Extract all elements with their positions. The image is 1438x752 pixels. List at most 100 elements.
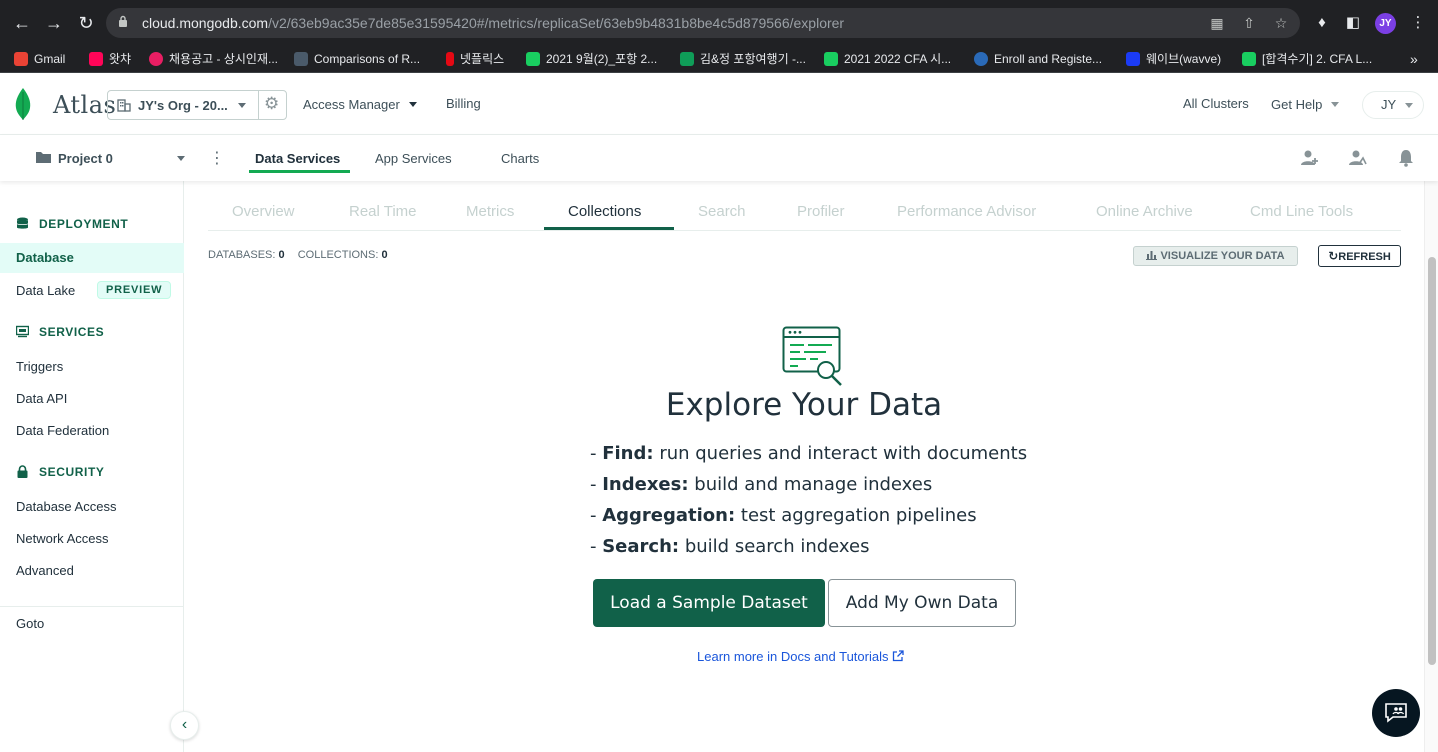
bookmark-gmail[interactable]: Gmail [14, 49, 65, 69]
star-icon[interactable]: ☆ [1272, 14, 1290, 32]
scrollbar-thumb[interactable] [1428, 257, 1436, 665]
user-menu[interactable]: JY [1362, 91, 1424, 119]
services-icon [16, 325, 29, 338]
bar-chart-icon [1146, 251, 1158, 260]
share-icon[interactable]: ⇧ [1240, 14, 1258, 32]
tab-online-archive[interactable]: Online Archive [1096, 203, 1193, 220]
project-selector[interactable]: Project 0 [58, 151, 113, 166]
sidebar-item-goto[interactable]: Goto [16, 616, 44, 631]
sidebar-item-database[interactable]: Database [0, 243, 184, 273]
tab-app-services[interactable]: App Services [375, 151, 452, 166]
collapse-sidebar-button[interactable]: ‹ [170, 711, 199, 740]
back-icon[interactable]: ← [11, 12, 33, 34]
databases-count: 0 [278, 249, 285, 261]
bookmark-wavve[interactable]: 웨이브(wavve) [1126, 49, 1221, 69]
left-sidebar: DEPLOYMENT Database Data Lake PREVIEW SE… [0, 181, 184, 752]
tab-overview[interactable]: Overview [232, 203, 295, 220]
blog-icon [824, 52, 838, 66]
tab-charts[interactable]: Charts [501, 151, 539, 166]
learn-more-label: Learn more in Docs and Tutorials [697, 649, 889, 664]
divider [258, 91, 259, 119]
chevron-down-icon[interactable] [177, 156, 185, 161]
tab-profiler[interactable]: Profiler [797, 203, 845, 220]
get-help-menu[interactable]: Get Help [1271, 97, 1339, 112]
preview-badge: PREVIEW [97, 281, 172, 299]
address-bar[interactable]: cloud.mongodb.com/v2/63eb9ac35e7de85e315… [106, 8, 1300, 38]
tab-real-time[interactable]: Real Time [349, 203, 417, 220]
bookmark-watcha[interactable]: 왓챠 [89, 49, 131, 69]
url-text: cloud.mongodb.com/v2/63eb9ac35e7de85e315… [142, 15, 844, 31]
chat-support-button[interactable] [1372, 689, 1420, 737]
cluster-tabs: Overview Real Time Metrics Collections S… [208, 201, 1401, 231]
tab-cmd-line-tools[interactable]: Cmd Line Tools [1250, 203, 1353, 220]
bookmark-jobs[interactable]: 채용공고 - 상시인재... [149, 49, 278, 69]
reload-icon[interactable]: ↻ [75, 12, 97, 34]
sheets-icon [680, 52, 694, 66]
menu-icon[interactable]: ⋮ [1408, 13, 1428, 33]
sidebar-item-advanced[interactable]: Advanced [16, 563, 74, 578]
lock-icon [17, 465, 28, 478]
bookmark-label: Gmail [34, 52, 66, 66]
sidebar-item-database-access[interactable]: Database Access [16, 499, 116, 514]
bookmark-trip[interactable]: 김&정 포항여행기 -... [680, 49, 806, 69]
access-manager-menu[interactable]: Access Manager [303, 97, 418, 112]
sidebar-item-data-federation[interactable]: Data Federation [16, 423, 109, 438]
all-clusters-link[interactable]: All Clusters [1183, 96, 1249, 111]
tab-performance-advisor[interactable]: Performance Advisor [897, 203, 1036, 220]
bookmark-blog-3[interactable]: [합격수기] 2. CFA L... [1242, 49, 1372, 69]
access-manager-label: Access Manager [303, 97, 400, 112]
feature-key: Indexes: [602, 474, 689, 495]
learn-more-link[interactable]: Learn more in Docs and Tutorials [697, 649, 904, 664]
refresh-button[interactable]: ↻REFRESH [1318, 245, 1401, 267]
sidebar-item-network-access[interactable]: Network Access [16, 531, 108, 546]
invite-user-icon[interactable] [1300, 149, 1320, 169]
translate-icon[interactable]: ▦ [1208, 14, 1226, 32]
url-path: /v2/63eb9ac35e7de85e31595420#/metrics/re… [268, 15, 845, 31]
bookmarks-bar: Gmail 왓챠 채용공고 - 상시인재... Comparisons of R… [0, 46, 1438, 73]
section-label: SECURITY [39, 465, 105, 479]
visualize-label: VISUALIZE YOUR DATA [1160, 250, 1285, 262]
sidepanel-icon[interactable]: ◧ [1343, 13, 1363, 33]
project-bar: Project 0 ⋮ Data Services App Services C… [0, 135, 1438, 181]
folder-icon [36, 152, 51, 163]
lg-icon [149, 52, 163, 66]
chat-icon [1385, 703, 1407, 723]
gear-icon[interactable]: ⚙ [264, 94, 279, 114]
tab-metrics[interactable]: Metrics [466, 203, 514, 220]
tab-collections[interactable]: Collections [568, 203, 641, 220]
browser-toolbar: ← → ↻ cloud.mongodb.com/v2/63eb9ac35e7de… [0, 0, 1438, 46]
feature-text: test aggregation pipelines [735, 505, 977, 526]
extensions-icon[interactable]: ♦ [1312, 13, 1332, 33]
doc-icon [294, 52, 308, 66]
visualize-data-button[interactable]: VISUALIZE YOUR DATA [1133, 246, 1298, 266]
bookmark-label: Comparisons of R... [314, 52, 421, 66]
org-selector[interactable]: JY's Org - 20... ⚙ [107, 90, 287, 120]
tab-data-services[interactable]: Data Services [255, 151, 340, 166]
bookmark-enroll[interactable]: Enroll and Registe... [974, 49, 1102, 69]
main-content: Overview Real Time Metrics Collections S… [184, 181, 1438, 752]
sidebar-item-data-api[interactable]: Data API [16, 391, 67, 406]
section-services: SERVICES [16, 325, 104, 339]
bell-icon[interactable] [1396, 149, 1416, 169]
bookmark-comparisons[interactable]: Comparisons of R... [294, 49, 420, 69]
bookmark-blog-1[interactable]: 2021 9월(2)_포항 2... [526, 49, 657, 69]
tab-search[interactable]: Search [698, 203, 746, 220]
kebab-menu-icon[interactable]: ⋮ [209, 148, 225, 168]
feature-indexes: - Indexes: build and manage indexes [590, 474, 933, 495]
profile-avatar[interactable]: JY [1375, 13, 1396, 34]
bookmark-netflix[interactable]: 넷플릭스 [446, 49, 504, 69]
bookmark-blog-2[interactable]: 2021 2022 CFA 시... [824, 49, 951, 69]
load-sample-dataset-button[interactable]: Load a Sample Dataset [593, 579, 825, 627]
external-link-icon [892, 650, 904, 662]
sidebar-item-triggers[interactable]: Triggers [16, 359, 63, 374]
feature-key: Search: [602, 536, 680, 557]
sidebar-item-data-lake[interactable]: Data Lake [16, 283, 75, 298]
refresh-icon: ↻ [1328, 249, 1339, 263]
bookmark-label: 김&정 포항여행기 -... [700, 52, 806, 66]
billing-link[interactable]: Billing [446, 96, 481, 111]
sidebar-item-label: Database [16, 250, 74, 265]
activity-feed-icon[interactable] [1348, 149, 1368, 169]
more-bookmarks-icon[interactable]: » [1410, 49, 1418, 69]
add-my-own-data-button[interactable]: Add My Own Data [828, 579, 1016, 627]
forward-icon[interactable]: → [43, 12, 65, 34]
